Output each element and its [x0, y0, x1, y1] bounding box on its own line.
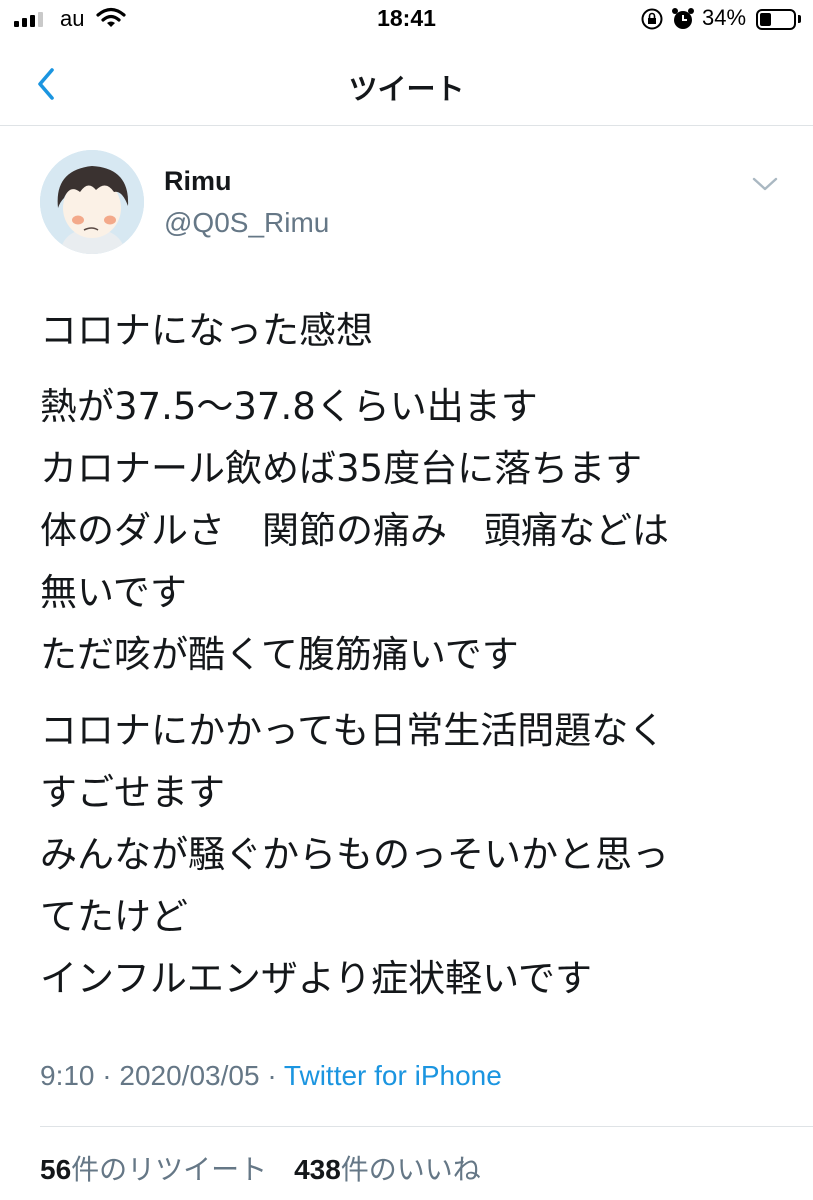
- meta-separator: ·: [267, 1060, 277, 1091]
- retweet-label: 件のリツイート: [71, 1153, 268, 1186]
- alarm-icon: [672, 8, 694, 29]
- meta-separator: ·: [102, 1060, 112, 1091]
- retweet-count-link[interactable]: 56件のリツイート: [40, 1153, 267, 1186]
- avatar-illustration: [40, 150, 144, 254]
- tweet-text-line: コロナになった感想: [40, 309, 373, 352]
- tweet-text-line: すごせます: [40, 771, 225, 814]
- tweet-text-line: コロナにかかっても日常生活問題なく: [40, 709, 666, 752]
- nav-header: ツイート: [0, 44, 813, 126]
- author-display-name[interactable]: Rimu: [164, 166, 232, 197]
- tweet-meta: 9:10 · 2020/03/05 · Twitter for iPhone: [40, 1060, 502, 1092]
- like-label: 件のいいね: [340, 1153, 481, 1186]
- tweet-text-line: 無いです: [40, 571, 187, 614]
- tweet-text-line: ただ咳が酷くて腹筋痛いです: [40, 633, 519, 676]
- tweet-text-line: 体のダルさ 関節の痛み 頭痛などは: [40, 509, 669, 552]
- tweet-source-link[interactable]: Twitter for iPhone: [284, 1060, 502, 1091]
- page-title: ツイート: [348, 72, 465, 106]
- tweet-text-line: みんなが騒ぐからものっそいかと思っ: [40, 833, 669, 876]
- tweet-time: 9:10: [40, 1060, 95, 1091]
- tweet-text-line: カロナール飲めば35度台に落ちます: [40, 447, 643, 490]
- status-bar: au 18:41 34%: [0, 0, 813, 44]
- tweet-date: 2020/03/05: [119, 1060, 260, 1091]
- like-count: 438: [294, 1154, 341, 1185]
- tweet-stats: 56件のリツイート 438件のいいね: [40, 1148, 499, 1188]
- battery-icon: [756, 9, 796, 30]
- tweet-text-line: 熱が37.5〜37.8くらい出ます: [40, 385, 538, 428]
- battery-percent: 34%: [702, 5, 747, 30]
- battery-cap: [798, 15, 801, 23]
- author-handle[interactable]: @Q0S_Rimu: [164, 207, 329, 239]
- avatar[interactable]: [40, 150, 144, 254]
- like-count-link[interactable]: 438件のいいね: [294, 1153, 481, 1186]
- orientation-lock-icon: [641, 8, 663, 30]
- tweet-text-line: てたけど: [40, 895, 188, 938]
- tweet-text: コロナになった感想熱が37.5〜37.8くらい出ますカロナール飲めば35度台に落…: [40, 300, 800, 1010]
- chevron-down-icon[interactable]: [750, 172, 780, 196]
- divider: [40, 1126, 813, 1127]
- retweet-count: 56: [40, 1154, 72, 1185]
- tweet-text-line: インフルエンザより症状軽いです: [40, 957, 593, 1000]
- battery-fill: [760, 13, 771, 26]
